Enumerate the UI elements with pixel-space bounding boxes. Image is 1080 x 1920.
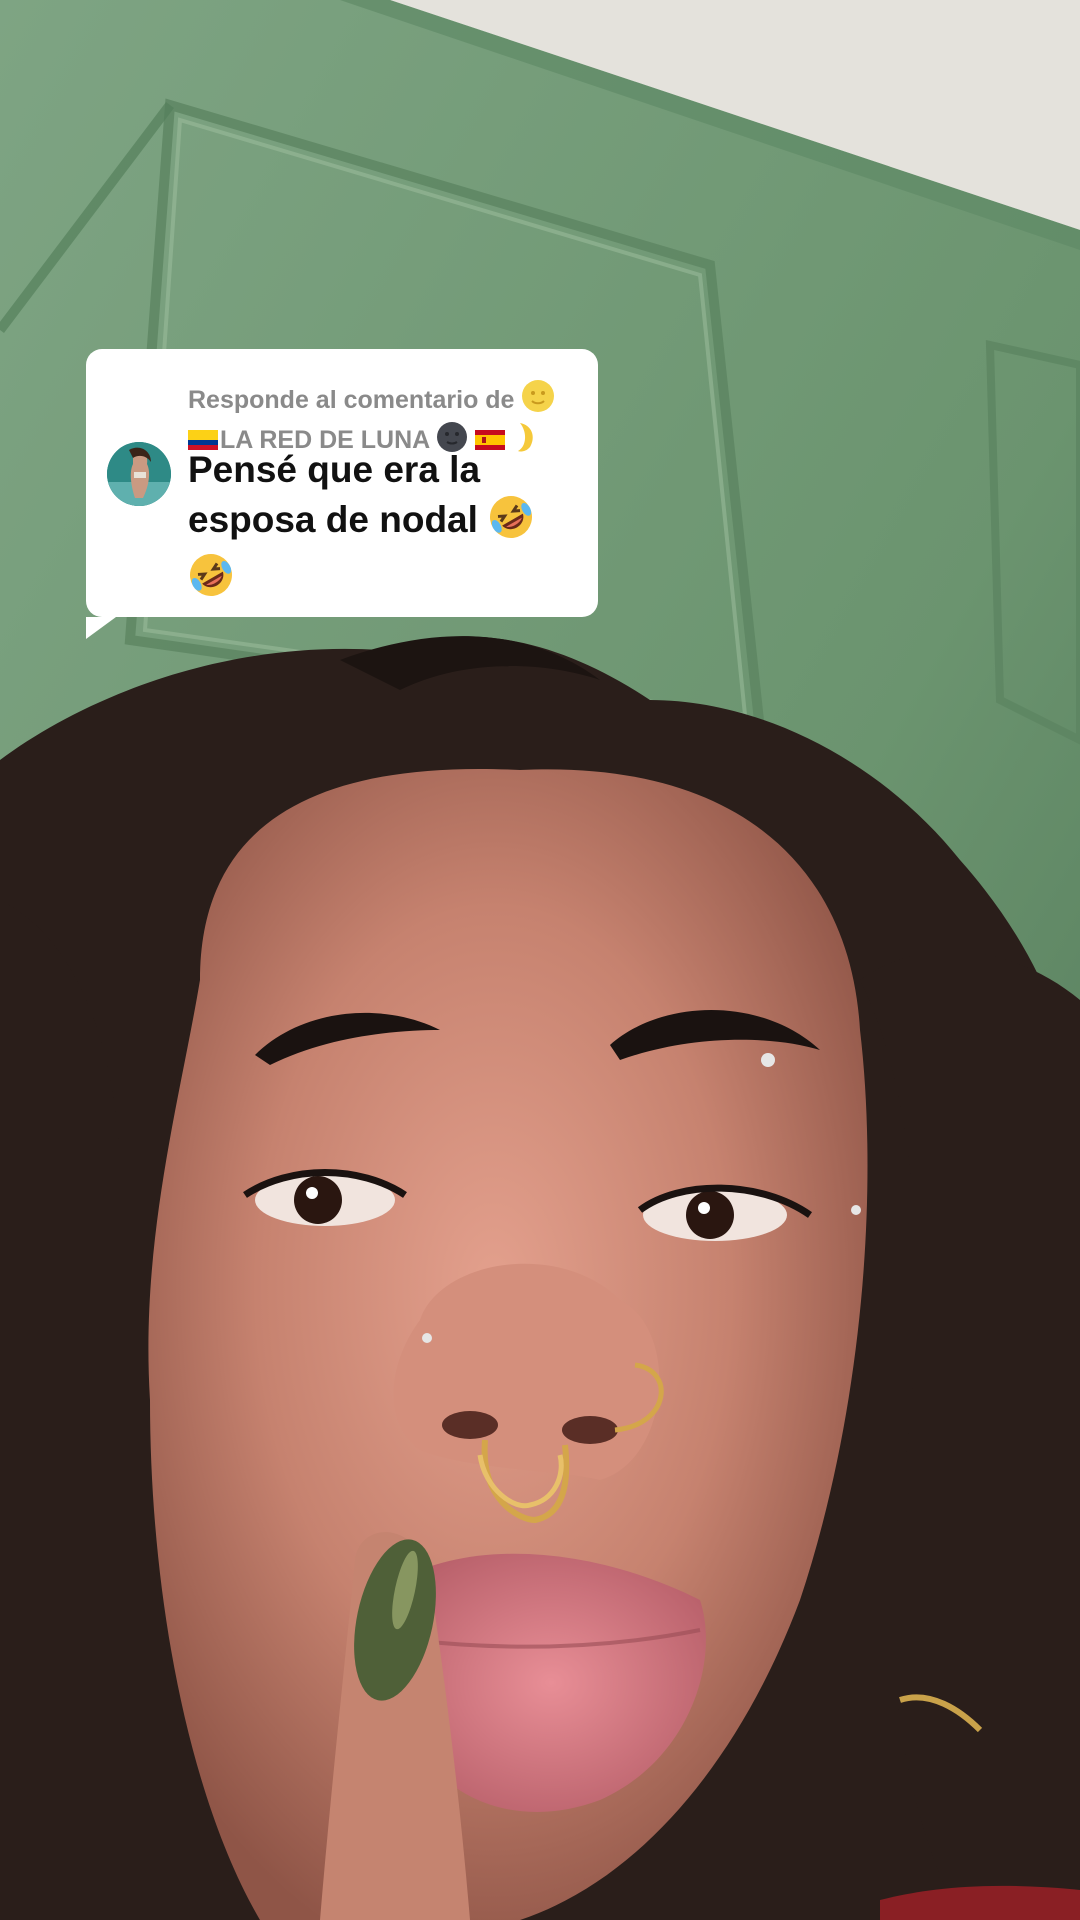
commenter-avatar	[107, 442, 171, 506]
colombia-flag-icon	[188, 427, 218, 450]
reply-header-prefix: Responde al comentario de	[188, 386, 515, 414]
reply-comment-text: Pensé que era la esposa de nodal	[188, 449, 481, 540]
spain-flag-icon	[475, 427, 506, 450]
full-moon-face-icon	[521, 379, 555, 421]
rolling-on-floor-laughing-icon	[188, 552, 234, 610]
video-background	[0, 0, 1080, 1920]
rolling-on-floor-laughing-icon	[488, 494, 534, 552]
video-frame[interactable]: Responde al comentario de LA RED DE LUNA…	[0, 0, 1080, 1920]
comment-reply-sticker[interactable]: Responde al comentario de LA RED DE LUNA…	[86, 349, 598, 639]
sticker-tail	[86, 617, 116, 639]
avatar-image	[107, 442, 171, 506]
reply-comment-text-block: Pensé que era la esposa de nodal	[188, 445, 588, 610]
